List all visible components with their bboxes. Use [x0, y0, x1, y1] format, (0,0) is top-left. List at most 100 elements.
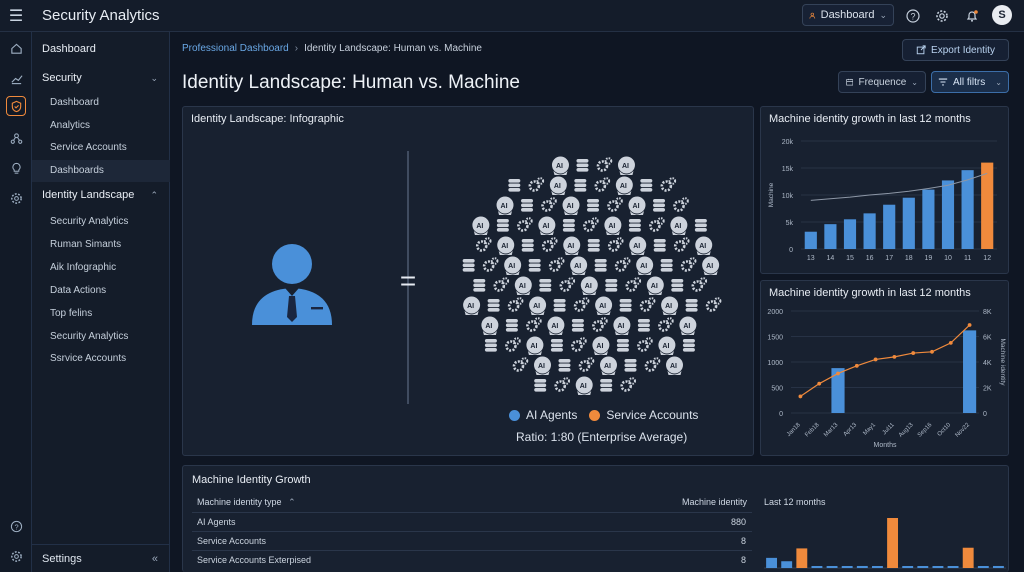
help-circle-icon[interactable]: ? — [6, 516, 26, 536]
sidebar-item-security-dashboard[interactable]: Dashboard — [32, 92, 170, 114]
ai-agent-icon: AI — [549, 176, 567, 195]
ai-agent-icon: AI — [463, 296, 481, 315]
x-tick-label: Sep16 — [917, 422, 934, 439]
database-disk — [528, 259, 541, 263]
database-disk — [605, 288, 618, 292]
y-right-tick-label: 6K — [983, 335, 992, 342]
ai-label: AI — [633, 243, 640, 250]
gear-cluster-icon — [517, 217, 533, 232]
lightbulb-icon[interactable] — [6, 158, 26, 178]
database-disk — [587, 243, 600, 248]
database-icon — [534, 379, 547, 392]
infographic-legend: AI Agents Service Accounts — [509, 408, 698, 422]
column-header-type[interactable]: Machine identity type ⌃ — [197, 497, 296, 508]
gear-cluster-icon — [528, 177, 545, 192]
table-row[interactable]: AI Agents 880 — [192, 512, 752, 531]
export-identity-button[interactable]: Export Identity — [902, 39, 1009, 61]
database-disk — [628, 228, 641, 232]
sidebar-item-top-felins[interactable]: Top felins — [32, 303, 170, 325]
database-disk — [505, 319, 518, 323]
chevron-down-icon: ⌄ — [911, 77, 918, 87]
database-disk — [462, 263, 475, 268]
cog-icon[interactable] — [6, 546, 26, 566]
database-disk — [574, 183, 587, 188]
settings-gear-icon[interactable] — [6, 188, 26, 208]
breadcrumb-link[interactable]: Professional Dashboard — [182, 43, 289, 54]
y-tick-label: 0 — [789, 247, 793, 254]
sort-asc-icon: ⌃ — [288, 497, 296, 507]
database-disk — [539, 288, 552, 292]
database-disk — [508, 179, 521, 183]
line-point — [967, 323, 972, 327]
sidebar-settings[interactable]: Settings « — [32, 544, 170, 572]
sidebar-group-identity-landscape[interactable]: Identity Landscape ⌃ — [32, 184, 170, 206]
ai-agent-icon: AI — [702, 256, 720, 275]
gear-cluster-icon — [505, 337, 521, 352]
table-row[interactable]: Service Accounts Exterpised 8 — [192, 550, 752, 569]
ai-label: AI — [596, 343, 603, 350]
help-icon[interactable]: ? — [904, 7, 922, 25]
database-icon — [660, 259, 673, 272]
database-disk — [628, 223, 641, 228]
sidebar-group-security[interactable]: Security ⌄ — [32, 67, 170, 89]
ratio-text: Ratio: 1:80 (Enterprise Average) — [516, 430, 688, 444]
sidebar-item-aik-infographic[interactable]: Aik Infographic — [32, 257, 170, 279]
sidebar-item-security-analytics[interactable]: Security Analytics — [32, 211, 170, 233]
ai-agent-icon: AI — [529, 296, 547, 315]
home-icon[interactable] — [6, 38, 26, 58]
column-header-count[interactable]: Machine identity — [682, 497, 747, 507]
menu-icon[interactable]: ☰ — [0, 0, 32, 32]
bar — [941, 180, 955, 249]
ai-agent-icon: AI — [617, 156, 635, 175]
gear-small — [681, 237, 690, 245]
sidebar-item-dashboards[interactable]: Dashboards — [32, 160, 170, 182]
database-icon — [594, 259, 607, 272]
gear-cluster-icon — [596, 157, 613, 172]
database-disk — [587, 208, 600, 212]
database-disk — [521, 239, 534, 243]
collapse-sidebar-icon[interactable]: « — [152, 545, 158, 572]
all-filters-button[interactable]: All filtrs ⌄ — [931, 71, 1009, 93]
database-disk — [587, 248, 600, 252]
sidebar-item-ruman-simants[interactable]: Ruman Simants — [32, 234, 170, 256]
network-icon[interactable] — [6, 128, 26, 148]
line-point — [892, 355, 897, 359]
sidebar-item-analytics[interactable]: Analytics — [32, 115, 170, 137]
database-disk — [534, 379, 547, 383]
table-row[interactable]: Service Accounts 8 — [192, 531, 752, 550]
gear-small — [622, 257, 631, 265]
sidebar-item-ssrvice-accounts[interactable]: Ssrvice Accounts — [32, 348, 170, 370]
database-icon — [508, 179, 521, 192]
ai-label: AI — [651, 283, 658, 290]
gear-large — [607, 240, 620, 252]
dashboard-select[interactable]: Dashboard ⌄ — [802, 4, 894, 26]
frequency-button[interactable]: Frequence ⌄ — [838, 71, 926, 93]
sidebar-item-security-analytics-2[interactable]: Security Analytics — [32, 326, 170, 348]
database-disk — [576, 159, 589, 163]
database-disk — [553, 308, 566, 312]
database-disk — [594, 268, 607, 272]
gear-cluster-icon — [507, 297, 524, 312]
gear-small — [633, 277, 642, 285]
line-point — [798, 394, 803, 399]
bar — [962, 547, 974, 568]
y-left-tick-label: 1500 — [767, 335, 783, 342]
gear-cluster-icon — [658, 317, 674, 332]
column-header-last-12-months[interactable]: Last 12 months — [764, 497, 826, 507]
gear-small — [501, 277, 510, 285]
database-icon — [487, 299, 500, 312]
bell-icon[interactable] — [963, 7, 981, 25]
ai-agent-icon: AI — [547, 316, 565, 335]
sidebar-item-dashboard[interactable]: Dashboard — [32, 38, 170, 60]
gear-large — [620, 380, 633, 392]
ai-agent-icon: AI — [629, 236, 647, 255]
gear-large — [573, 300, 586, 312]
chart-icon[interactable] — [6, 68, 26, 88]
sidebar-item-service-accounts[interactable]: Service Accounts — [32, 137, 170, 159]
gear-small — [681, 197, 689, 205]
sidebar-item-data-actions[interactable]: Data Actions — [32, 280, 170, 302]
avatar[interactable]: S — [992, 5, 1012, 25]
shield-icon[interactable] — [6, 96, 26, 116]
database-disk — [484, 343, 497, 348]
gear-icon[interactable] — [933, 7, 951, 25]
